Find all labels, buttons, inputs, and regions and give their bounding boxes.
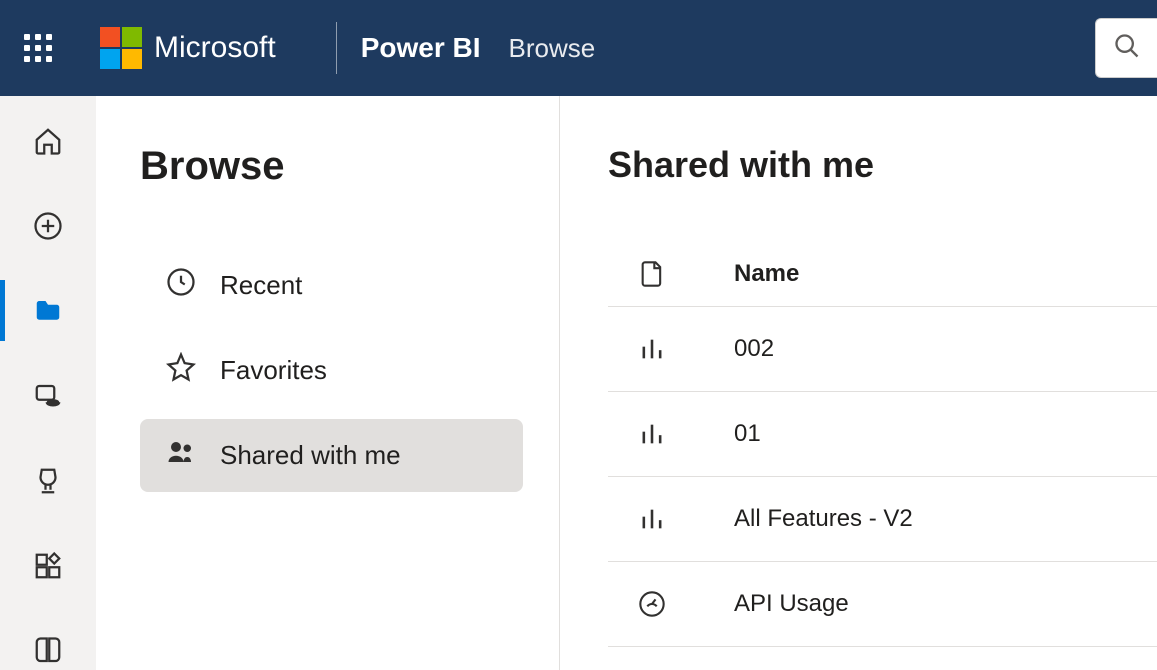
nav-metrics[interactable] bbox=[0, 463, 96, 500]
people-icon bbox=[166, 437, 196, 474]
app-name-label: Power BI bbox=[361, 32, 481, 64]
microsoft-logo: Microsoft bbox=[100, 27, 276, 69]
table-row[interactable]: 002 bbox=[608, 307, 1157, 392]
browse-item-label: Recent bbox=[220, 270, 302, 301]
row-name: API Usage bbox=[734, 590, 849, 618]
search-button[interactable] bbox=[1095, 18, 1157, 78]
microsoft-logo-icon bbox=[100, 27, 142, 69]
row-name: All Features - V2 bbox=[734, 505, 913, 533]
browse-item-label: Favorites bbox=[220, 355, 327, 386]
content-area: Shared with me Name 002 01 Al bbox=[560, 96, 1157, 670]
search-icon bbox=[1113, 32, 1141, 65]
row-name: 01 bbox=[734, 420, 761, 448]
report-icon bbox=[638, 420, 734, 448]
dashboard-icon bbox=[638, 590, 734, 618]
nav-create[interactable] bbox=[0, 207, 96, 244]
browse-item-shared[interactable]: Shared with me bbox=[140, 419, 523, 492]
content-title: Shared with me bbox=[608, 144, 1157, 186]
header-divider bbox=[336, 22, 337, 74]
nav-home[interactable] bbox=[0, 122, 96, 159]
page-breadcrumb: Browse bbox=[509, 33, 596, 64]
report-icon bbox=[638, 505, 734, 533]
nav-rail bbox=[0, 96, 96, 670]
nav-learn[interactable] bbox=[0, 633, 96, 670]
table-header: Name bbox=[608, 242, 1157, 307]
app-header: Microsoft Power BI Browse bbox=[0, 0, 1157, 96]
star-icon bbox=[166, 352, 196, 389]
browse-panel: Browse Recent Favorites Shared with me bbox=[96, 96, 560, 670]
nav-apps[interactable] bbox=[0, 548, 96, 585]
nav-data-hub[interactable] bbox=[0, 377, 96, 414]
microsoft-brand-text: Microsoft bbox=[154, 31, 276, 65]
table-row[interactable]: API Usage bbox=[608, 562, 1157, 647]
browse-item-favorites[interactable]: Favorites bbox=[140, 334, 523, 407]
table-row[interactable]: All Features - V2 bbox=[608, 477, 1157, 562]
clock-icon bbox=[166, 267, 196, 304]
column-name-header[interactable]: Name bbox=[734, 260, 799, 288]
browse-item-recent[interactable]: Recent bbox=[140, 249, 523, 322]
column-type-icon bbox=[638, 260, 734, 288]
browse-item-label: Shared with me bbox=[220, 440, 401, 471]
row-name: 002 bbox=[734, 335, 774, 363]
report-icon bbox=[638, 335, 734, 363]
app-launcher-button[interactable] bbox=[24, 34, 52, 62]
nav-browse[interactable] bbox=[0, 292, 96, 329]
browse-panel-title: Browse bbox=[140, 144, 523, 189]
table-row[interactable]: 01 bbox=[608, 392, 1157, 477]
